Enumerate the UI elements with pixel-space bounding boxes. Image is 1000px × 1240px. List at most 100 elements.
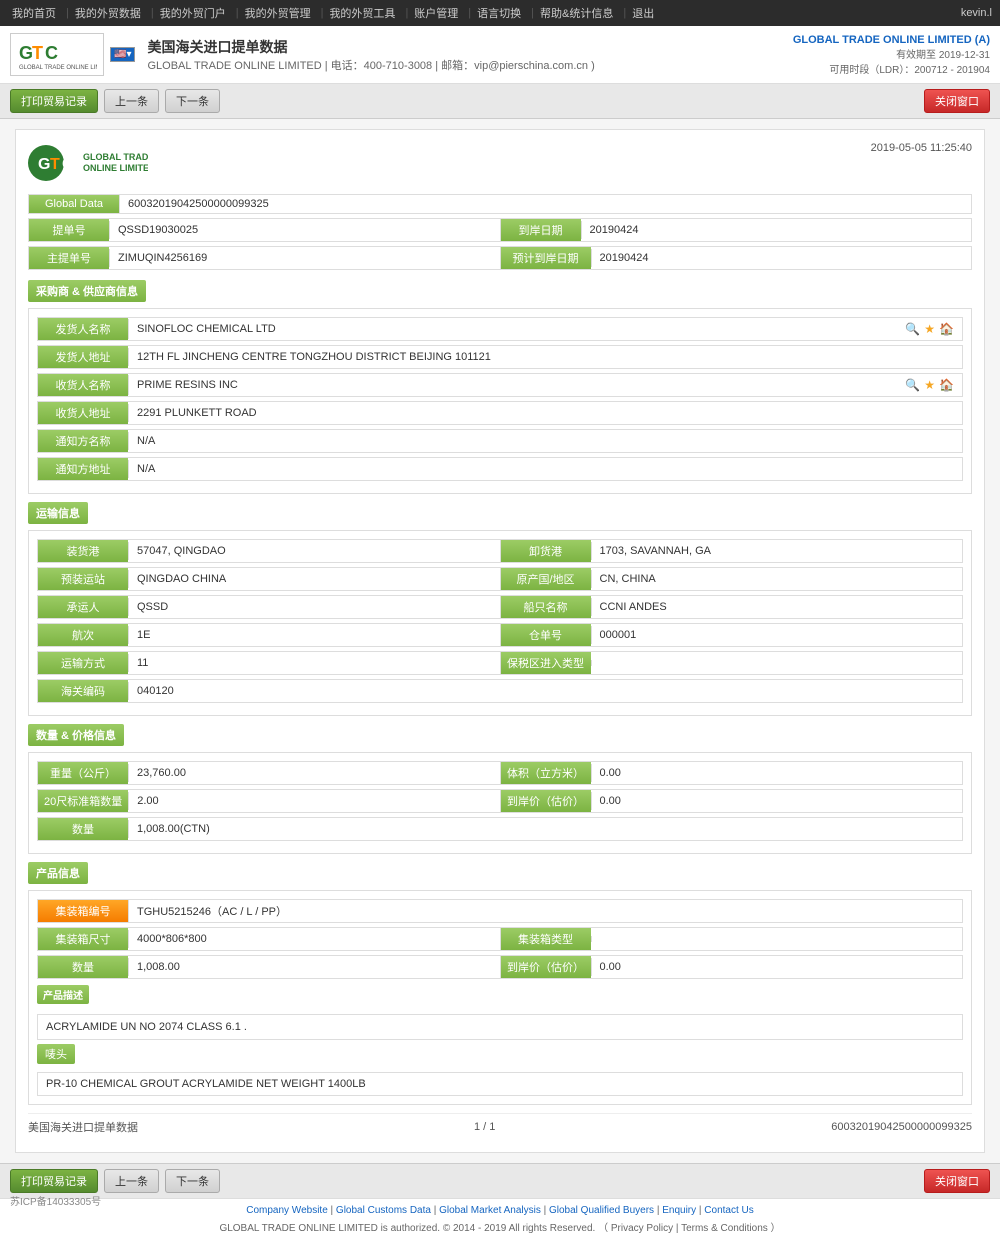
top-navigation: 我的首页 | 我的外贸数据 | 我的外贸门户 | 我的外贸管理 | 我的外贸工具… — [0, 0, 1000, 26]
est-arrive-value: 20190424 — [591, 249, 972, 267]
carrier-value: QSSD — [128, 598, 500, 616]
container-20-col: 20尺标准箱数量 2.00 — [37, 789, 501, 813]
container-type-value — [591, 936, 963, 942]
company-name: GLOBAL TRADE ONLINE LIMITED (A) — [793, 34, 990, 46]
master-bill-label: 主提单号 — [29, 247, 109, 269]
footer-link-buyers[interactable]: Global Qualified Buyers — [549, 1205, 654, 1216]
close-window-button[interactable]: 关闭窗口 — [924, 89, 990, 113]
container-price-row: 20尺标准箱数量 2.00 到岸价（估价） 0.00 — [37, 789, 963, 813]
shipper-search-icon[interactable]: 🔍 — [905, 322, 920, 336]
product-qty-price-row: 数量 1,008.00 到岸价（估价） 0.00 — [37, 955, 963, 979]
product-price-value: 0.00 — [591, 958, 963, 976]
doc-timestamp: 2019-05-05 11:25:40 — [871, 142, 972, 154]
shipper-name-value: SINOFLOC CHEMICAL LTD 🔍 ★ 🏠 — [128, 319, 962, 339]
weight-volume-row: 重量（公斤） 23,760.00 体积（立方米） 0.00 — [37, 761, 963, 785]
container-no-label: 集装箱编号 — [38, 900, 128, 922]
nav-help[interactable]: 帮助&统计信息 — [536, 0, 617, 26]
nav-portal[interactable]: 我的外贸门户 — [156, 0, 230, 26]
warehouse-label: 仓单号 — [501, 624, 591, 646]
pre-load-col: 预装运站 QINGDAO CHINA — [37, 567, 501, 591]
notify-addr-row: 通知方地址 N/A — [37, 457, 963, 481]
bottom-close-button[interactable]: 关闭窗口 — [924, 1169, 990, 1193]
shipper-home-icon[interactable]: 🏠 — [939, 322, 954, 336]
consignee-star-icon[interactable]: ★ — [924, 378, 935, 392]
nav-logout[interactable]: 退出 — [628, 0, 658, 26]
customs-code-label: 海关编码 — [38, 680, 128, 702]
quantity-label: 数量 — [38, 818, 128, 840]
nav-account[interactable]: 账户管理 — [410, 0, 462, 26]
shipper-star-icon[interactable]: ★ — [924, 322, 935, 336]
marks-content: PR-10 CHEMICAL GROUT ACRYLAMIDE NET WEIG… — [37, 1072, 963, 1096]
nav-home[interactable]: 我的首页 — [8, 0, 60, 26]
consignee-name-label: 收货人名称 — [38, 374, 128, 396]
transport-mode-label: 运输方式 — [38, 652, 128, 674]
voyage-value: 1E — [128, 626, 500, 644]
master-bill-value: ZIMUQIN4256169 — [109, 249, 500, 267]
bill-no-col: 提单号 QSSD19030025 — [28, 218, 501, 242]
page-main-title: 美国海关进口提单数据 — [147, 37, 594, 57]
notify-addr-value: N/A — [128, 460, 962, 478]
origin-value: CN, CHINA — [591, 570, 963, 588]
shipper-addr-row: 发货人地址 12TH FL JINCHENG CENTRE TONGZHOU D… — [37, 345, 963, 369]
us-flag-icon: 🇺🇸 — [114, 49, 126, 60]
consignee-name-row: 收货人名称 PRIME RESINS INC 🔍 ★ 🏠 — [37, 373, 963, 397]
volume-value: 0.00 — [591, 764, 963, 782]
bottom-next-button[interactable]: 下一条 — [165, 1169, 220, 1193]
bonded-value — [591, 660, 963, 666]
consignee-search-icon[interactable]: 🔍 — [905, 378, 920, 392]
notify-name-row: 通知方名称 N/A — [37, 429, 963, 453]
icp-number: 苏ICP备14033305号 — [10, 1193, 101, 1208]
nav-my-data[interactable]: 我的外贸数据 — [71, 0, 145, 26]
quantity-value: 1,008.00(CTN) — [128, 820, 962, 838]
vessel-value: CCNI ANDES — [591, 598, 963, 616]
consignee-home-icon[interactable]: 🏠 — [939, 378, 954, 392]
svg-text:GLOBAL TRADE ONLINE LIMITED: GLOBAL TRADE ONLINE LIMITED — [19, 65, 97, 71]
print-trade-record-button[interactable]: 打印贸易记录 — [10, 89, 98, 113]
bonded-label: 保税区进入类型 — [501, 652, 591, 674]
marks-label: 唛头 — [37, 1044, 75, 1064]
page-sub-info: GLOBAL TRADE ONLINE LIMITED | 电话：400-710… — [147, 57, 594, 73]
top-toolbar: 打印贸易记录 上一条 下一条 关闭窗口 — [0, 84, 1000, 119]
document-card: G T C GLOBAL TRADE ONLINE LIMITED 2019-0… — [15, 129, 985, 1153]
logo-box: G T C GLOBAL TRADE ONLINE LIMITED — [10, 33, 104, 76]
footer-copyright: GLOBAL TRADE ONLINE LIMITED is authorize… — [6, 1219, 994, 1234]
nav-management[interactable]: 我的外贸管理 — [241, 0, 315, 26]
footer-link-company[interactable]: Company Website — [246, 1205, 328, 1216]
global-data-value: 60032019042500000099325 — [119, 195, 971, 213]
warehouse-value: 000001 — [591, 626, 963, 644]
unload-port-value: 1703, SAVANNAH, GA — [591, 542, 963, 560]
bottom-prev-button[interactable]: 上一条 — [104, 1169, 159, 1193]
bonded-col: 保税区进入类型 — [501, 651, 964, 675]
shipper-addr-value: 12TH FL JINCHENG CENTRE TONGZHOU DISTRIC… — [128, 348, 962, 366]
svg-text:T: T — [50, 156, 60, 173]
footer-link-market[interactable]: Global Market Analysis — [439, 1205, 541, 1216]
origin-col: 原产国/地区 CN, CHINA — [501, 567, 964, 591]
footer-link-contact[interactable]: Contact Us — [704, 1205, 753, 1216]
svg-text:C: C — [62, 156, 74, 173]
flag-selector[interactable]: 🇺🇸 ▾ — [110, 47, 135, 62]
vessel-col: 船只名称 CCNI ANDES — [501, 595, 964, 619]
bottom-print-button[interactable]: 打印贸易记录 — [10, 1169, 98, 1193]
svg-text:T: T — [32, 43, 43, 63]
header-title-area: 美国海关进口提单数据 GLOBAL TRADE ONLINE LIMITED |… — [147, 37, 594, 73]
quantity-row: 数量 1,008.00(CTN) — [37, 817, 963, 841]
nav-language[interactable]: 语言切换 — [473, 0, 525, 26]
pre-load-value: QINGDAO CHINA — [128, 570, 500, 588]
next-record-button[interactable]: 下一条 — [165, 89, 220, 113]
load-port-label: 装货港 — [38, 540, 128, 562]
consignee-addr-value: 2291 PLUNKETT ROAD — [128, 404, 962, 422]
product-desc-content: ACRYLAMIDE UN NO 2074 CLASS 6.1 . — [37, 1014, 963, 1040]
shipper-addr-label: 发货人地址 — [38, 346, 128, 368]
notify-name-value: N/A — [128, 432, 962, 450]
preload-origin-row: 预装运站 QINGDAO CHINA 原产国/地区 CN, CHINA — [37, 567, 963, 591]
voyage-label: 航次 — [38, 624, 128, 646]
weight-col: 重量（公斤） 23,760.00 — [37, 761, 501, 785]
transport-bonded-row: 运输方式 11 保税区进入类型 — [37, 651, 963, 675]
footer-link-enquiry[interactable]: Enquiry — [662, 1205, 696, 1216]
arrive-date-label: 到岸日期 — [501, 219, 581, 241]
notify-addr-label: 通知方地址 — [38, 458, 128, 480]
customs-code-value: 040120 — [128, 682, 962, 700]
prev-record-button[interactable]: 上一条 — [104, 89, 159, 113]
nav-tools[interactable]: 我的外贸工具 — [325, 0, 399, 26]
footer-link-customs[interactable]: Global Customs Data — [336, 1205, 431, 1216]
